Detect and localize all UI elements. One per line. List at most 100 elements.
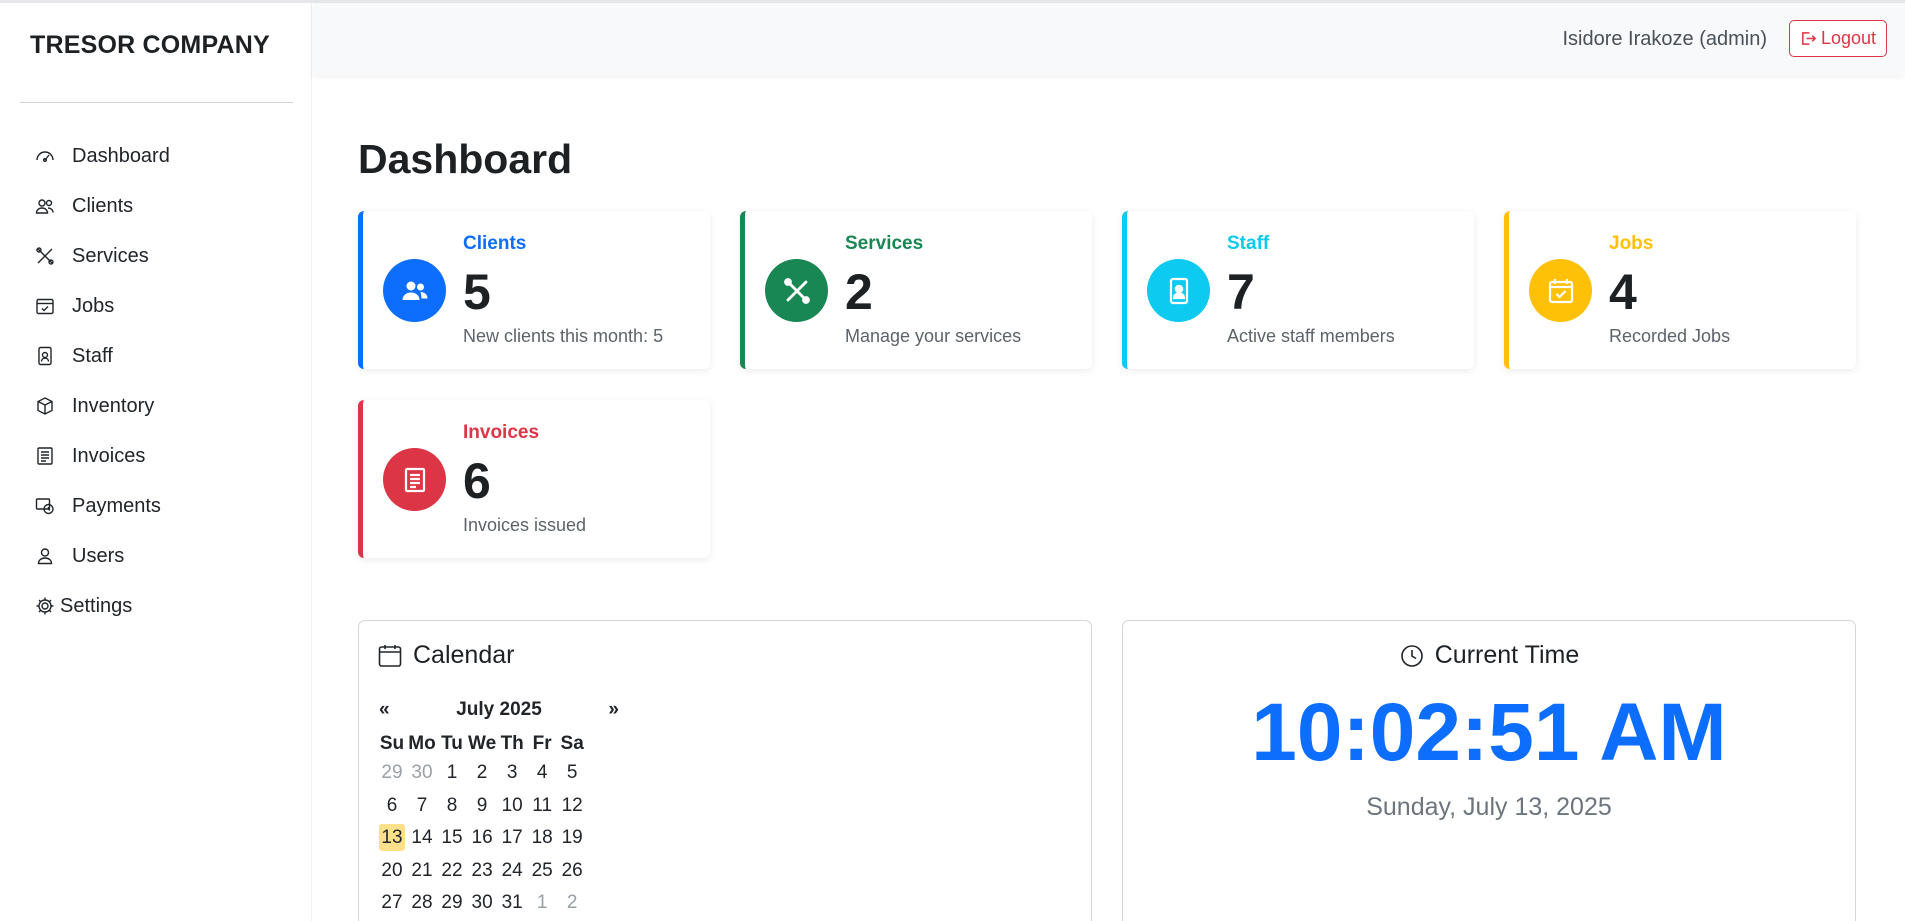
current-time-header: Current Time (1123, 641, 1855, 670)
receipt-icon (383, 448, 446, 511)
calendar-day[interactable]: 12 (557, 790, 587, 823)
logout-label: Logout (1820, 28, 1876, 48)
box-icon (34, 395, 56, 417)
calendar-day[interactable]: 28 (407, 887, 437, 920)
page-title: Dashboard (358, 136, 573, 182)
sidebar-item-label: Services (72, 244, 149, 267)
weekday-header: Sa (560, 733, 584, 754)
calendar-panel: Calendar « July 2025 » Su Mo Tu We Th Fr… (358, 620, 1092, 921)
calendar-day[interactable]: 25 (527, 855, 557, 888)
calendar-day[interactable]: 23 (467, 855, 497, 888)
calendar-day[interactable]: 5 (557, 757, 587, 790)
invoices-card[interactable]: Invoices 6 Invoices issued (358, 400, 710, 558)
calendar-day[interactable]: 3 (497, 757, 527, 790)
calendar-check-icon (34, 295, 56, 317)
card-label: Clients (463, 233, 527, 254)
weekday-header: Th (500, 733, 524, 754)
card-value: 7 (1227, 264, 1255, 320)
calendar-day[interactable]: 26 (557, 855, 587, 888)
sidebar-item-invoices[interactable]: Invoices (20, 431, 292, 481)
card-label: Jobs (1609, 233, 1654, 254)
sidebar-item-label: Inventory (72, 394, 155, 417)
sidebar-item-payments[interactable]: Payments (20, 481, 292, 531)
calendar-day[interactable]: 29 (437, 887, 467, 920)
calendar-day[interactable]: 21 (407, 855, 437, 888)
calendar-day[interactable]: 2 (467, 757, 497, 790)
sidebar-item-label: Jobs (72, 294, 115, 317)
weekday-header: Mo (408, 733, 436, 754)
calendar-header: Calendar (377, 641, 514, 670)
card-description: Manage your services (845, 326, 1022, 346)
calendar-day[interactable]: 6 (377, 790, 407, 823)
calendar-day[interactable]: 15 (437, 822, 467, 855)
card-value: 6 (463, 453, 491, 509)
sidebar-item-label: Invoices (72, 444, 146, 467)
sidebar-item-jobs[interactable]: Jobs (20, 281, 292, 331)
next-month-button[interactable]: » (608, 699, 619, 721)
calendar-day[interactable]: 17 (497, 822, 527, 855)
calendar-day[interactable]: 27 (377, 887, 407, 920)
weekday-header: We (468, 733, 497, 754)
services-card[interactable]: Services 2 Manage your services (740, 211, 1092, 369)
calendar-day[interactable]: 1 (527, 887, 557, 920)
brand-name: TRESOR COMPANY (30, 31, 270, 59)
sidebar-item-label: Users (72, 544, 125, 567)
calendar-day[interactable]: 30 (467, 887, 497, 920)
sidebar-item-label: Staff (72, 344, 113, 367)
calendar-day[interactable]: 31 (497, 887, 527, 920)
sidebar-item-settings[interactable]: Settings (20, 581, 292, 631)
clock-icon (1400, 644, 1423, 667)
calendar-day-today[interactable]: 13 (377, 822, 407, 855)
calendar-day[interactable]: 7 (407, 790, 437, 823)
calendar-day[interactable]: 30 (407, 757, 437, 790)
card-description: New clients this month: 5 (463, 326, 664, 346)
card-description: Invoices issued (463, 515, 587, 535)
calendar-day[interactable]: 14 (407, 822, 437, 855)
staff-card[interactable]: Staff 7 Active staff members (1122, 211, 1474, 369)
clock-display: 10:02:51 AM (1251, 687, 1727, 778)
logout-button[interactable]: Logout (1788, 20, 1887, 57)
sidebar-item-label: Settings (60, 594, 133, 617)
gear-icon (34, 595, 56, 617)
sidebar-nav: Dashboard Clients Services Jobs Staff In… (20, 131, 292, 631)
people-icon (34, 195, 56, 217)
calendar-nav: « July 2025 » (379, 699, 619, 721)
calendar-day[interactable]: 1 (437, 757, 467, 790)
sidebar-item-clients[interactable]: Clients (20, 181, 292, 231)
calendar-day[interactable]: 2 (557, 887, 587, 920)
calendar-day[interactable]: 16 (467, 822, 497, 855)
calendar-day[interactable]: 20 (377, 855, 407, 888)
clients-card[interactable]: Clients 5 New clients this month: 5 (358, 211, 710, 369)
card-description: Active staff members (1227, 326, 1395, 346)
sidebar-item-services[interactable]: Services (20, 231, 292, 281)
calendar-day[interactable]: 4 (527, 757, 557, 790)
calendar-check-icon (1529, 259, 1592, 322)
jobs-card[interactable]: Jobs 4 Recorded Jobs (1504, 211, 1856, 369)
calendar-day[interactable]: 18 (527, 822, 557, 855)
calendar-day[interactable]: 10 (497, 790, 527, 823)
weekday-header: Fr (532, 733, 552, 754)
calendar-day[interactable]: 9 (467, 790, 497, 823)
sidebar-item-staff[interactable]: Staff (20, 331, 292, 381)
calendar-day[interactable]: 8 (437, 790, 467, 823)
card-value: 5 (463, 264, 491, 320)
prev-month-button[interactable]: « (379, 699, 390, 721)
brand-divider (20, 102, 293, 103)
sidebar-item-users[interactable]: Users (20, 531, 292, 581)
speedometer-icon (34, 145, 56, 167)
current-time-title: Current Time (1434, 641, 1580, 669)
person-badge-icon (1147, 259, 1210, 322)
calendar-day[interactable]: 19 (557, 822, 587, 855)
card-label: Services (845, 233, 924, 254)
tools-icon (34, 245, 56, 267)
calendar-day[interactable]: 22 (437, 855, 467, 888)
sidebar: TRESOR COMPANY Dashboard Clients Service… (0, 3, 312, 921)
sidebar-item-inventory[interactable]: Inventory (20, 381, 292, 431)
sidebar-item-dashboard[interactable]: Dashboard (20, 131, 292, 181)
cash-icon (34, 495, 56, 517)
card-description: Recorded Jobs (1609, 326, 1731, 346)
tools-icon (765, 259, 828, 322)
calendar-day[interactable]: 11 (527, 790, 557, 823)
calendar-day[interactable]: 24 (497, 855, 527, 888)
calendar-day[interactable]: 29 (377, 757, 407, 790)
